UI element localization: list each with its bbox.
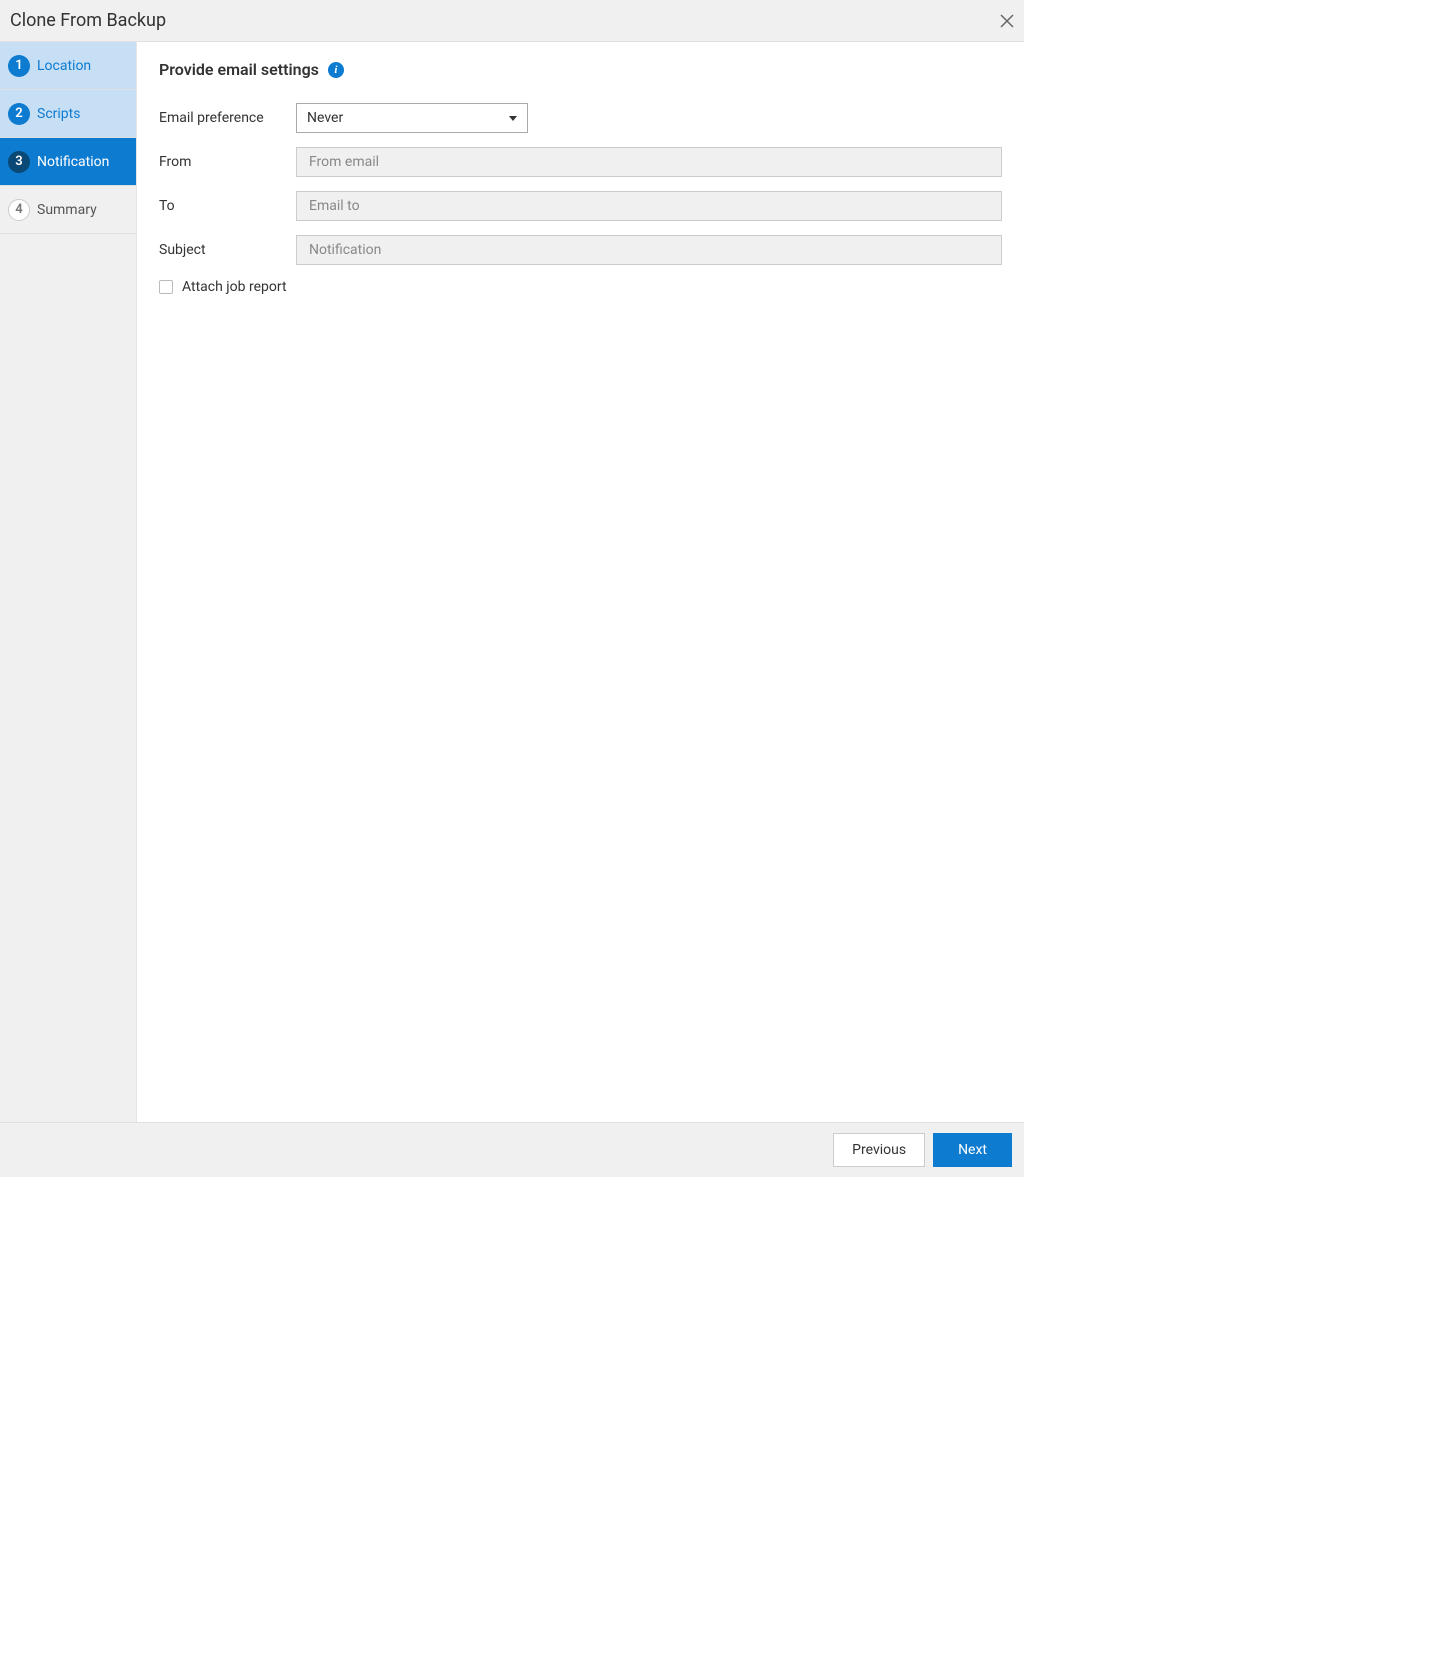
step-number-badge: 2 [8,103,30,125]
field-row-email-preference: Email preference Never [159,103,1002,133]
dialog-header: Clone From Backup [0,0,1024,42]
sidebar-step-scripts[interactable]: 2 Scripts [0,90,136,138]
dialog-title: Clone From Backup [10,10,166,31]
wizard-sidebar: 1 Location 2 Scripts 3 Notification 4 Su… [0,42,137,1122]
step-label: Notification [37,154,109,170]
sidebar-step-summary[interactable]: 4 Summary [0,186,136,234]
subject-label: Subject [159,242,296,258]
step-number-badge: 1 [8,55,30,77]
info-icon[interactable]: i [328,62,344,78]
dialog-body: 1 Location 2 Scripts 3 Notification 4 Su… [0,42,1024,1122]
from-label: From [159,154,296,170]
dialog-footer: Previous Next [0,1122,1024,1177]
next-button[interactable]: Next [933,1133,1012,1167]
attach-report-checkbox[interactable] [159,280,173,294]
dropdown-selected-value: Never [307,110,343,126]
clone-from-backup-dialog: Clone From Backup 1 Location 2 Scripts 3… [0,0,1024,1177]
email-preference-label: Email preference [159,110,296,126]
to-label: To [159,198,296,214]
content-header: Provide email settings i [159,60,1002,79]
attach-report-label: Attach job report [182,279,287,295]
from-email-input[interactable] [296,147,1002,177]
field-row-to: To [159,191,1002,221]
close-icon [999,13,1015,29]
subject-input[interactable] [296,235,1002,265]
content-title: Provide email settings [159,60,319,79]
email-preference-dropdown[interactable]: Never [296,103,528,133]
previous-button[interactable]: Previous [833,1133,925,1167]
content-area: Provide email settings i Email preferenc… [137,42,1024,1122]
step-label: Summary [37,202,97,218]
step-label: Scripts [37,106,80,122]
close-button[interactable] [998,12,1016,30]
field-row-subject: Subject [159,235,1002,265]
sidebar-step-notification[interactable]: 3 Notification [0,138,136,186]
field-row-from: From [159,147,1002,177]
step-number-badge: 3 [8,151,30,173]
step-number-badge: 4 [8,199,30,221]
sidebar-step-location[interactable]: 1 Location [0,42,136,90]
chevron-down-icon [509,116,517,121]
to-email-input[interactable] [296,191,1002,221]
field-row-attach-report: Attach job report [159,279,1002,295]
step-label: Location [37,58,91,74]
